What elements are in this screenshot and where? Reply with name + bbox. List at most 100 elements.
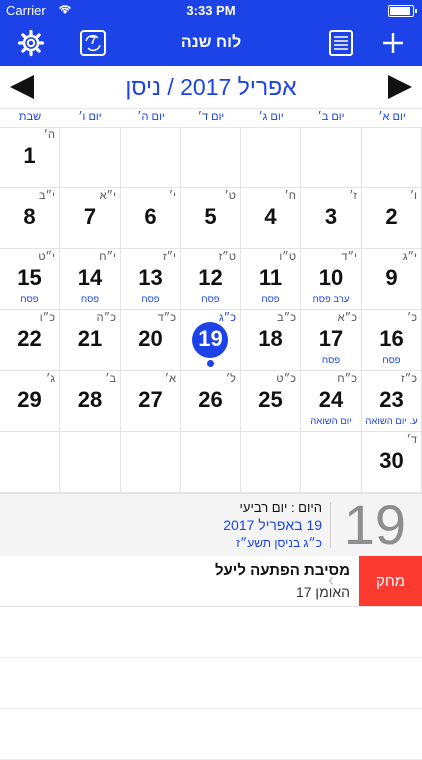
weekday-label: יום ג׳	[258, 111, 284, 123]
day-cell[interactable]: י״ג 9	[362, 249, 422, 310]
day-cell-today[interactable]: כ״ג 19	[181, 310, 241, 371]
day-cell[interactable]	[121, 432, 181, 493]
hebrew-day: ז׳	[349, 190, 357, 202]
status-time: 3:33 PM	[186, 3, 236, 18]
day-cell[interactable]	[301, 432, 362, 493]
day-cell[interactable]	[60, 127, 121, 188]
empty-list-row	[0, 658, 422, 709]
event-subtitle: האומן 17	[295, 584, 350, 600]
day-cell[interactable]: ה׳ 1	[0, 127, 60, 188]
weekday-label: יום א׳	[378, 111, 406, 123]
day-cell[interactable]: כ״א 17 פסח	[301, 310, 362, 371]
hebrew-day: י״ב	[38, 190, 55, 202]
hebrew-day: י״ז	[162, 251, 176, 263]
day-cell[interactable]: ו׳ 2	[362, 188, 422, 249]
day-cell[interactable]: ט״ו 11 פסח	[241, 249, 301, 310]
delete-button[interactable]: מחק	[359, 556, 422, 606]
day-cell[interactable]: כ״ט 25	[241, 371, 301, 432]
day-number: 3	[324, 204, 338, 229]
calendar-grid: ה׳ 1 ו׳ 2 ז׳ 3 ח׳ 4 ט׳ 5 י׳ 6 י״א 7 י״ב 8 י״ג 9 י״ד 10 ערב פ…	[0, 127, 422, 493]
day-cell[interactable]: כ׳ 16 פסח	[362, 310, 422, 371]
weekday-label: יום ו׳	[78, 111, 102, 123]
hebrew-date: כ״ג בניסן תשע״ז	[236, 536, 322, 550]
day-number: 6	[144, 204, 157, 229]
day-cell[interactable]: י״ב 8	[0, 188, 60, 249]
day-cell[interactable]: א׳ 27	[121, 371, 181, 432]
day-cell[interactable]: ט׳ 5	[181, 188, 241, 249]
next-month-arrow-icon[interactable]	[386, 74, 414, 100]
hebrew-day: כ״ז	[401, 373, 417, 385]
month-header: אפריל 2017 / ניסן	[0, 66, 422, 108]
day-cell[interactable]	[241, 127, 301, 188]
hebrew-day: כ״א	[337, 312, 357, 324]
day-cell[interactable]: כ״ה 21	[60, 310, 121, 371]
day-cell[interactable]: ל׳ 26	[181, 371, 241, 432]
holiday-label: ע. יום השואה	[365, 416, 418, 427]
day-cell[interactable]: ג׳ 29	[0, 371, 60, 432]
day-cell[interactable]: י״ט 15 פסח	[0, 249, 60, 310]
weekday-label: יום ה׳	[137, 111, 165, 123]
hebrew-day: ט״ז	[218, 251, 236, 263]
holiday-label: פסח	[382, 355, 401, 366]
day-cell[interactable]	[241, 432, 301, 493]
day-cell[interactable]: ד׳ 30	[362, 432, 422, 493]
hebrew-day: ד׳	[406, 434, 417, 446]
day-number: 10	[318, 265, 344, 290]
day-cell[interactable]: י״ח 14 פסח	[60, 249, 121, 310]
day-cell[interactable]: י״ד 10 ערב פסח	[301, 249, 362, 310]
day-cell[interactable]: י״ז 13 פסח	[121, 249, 181, 310]
day-number: 29	[17, 387, 42, 412]
hebrew-day: ב׳	[105, 373, 116, 385]
hebrew-day: ה׳	[43, 129, 55, 141]
weekday-label: שבת	[18, 111, 42, 123]
day-number: 11	[258, 265, 283, 290]
day-cell[interactable]	[60, 432, 121, 493]
day-number: 16	[379, 326, 404, 351]
holiday-label: פסח	[141, 294, 160, 305]
day-cell[interactable]: ב׳ 28	[60, 371, 121, 432]
day-cell[interactable]	[121, 127, 181, 188]
day-number: 9	[385, 265, 398, 290]
day-cell[interactable]	[0, 432, 60, 493]
hebrew-day: ל׳	[225, 373, 236, 385]
selected-day-info: 19 היום : יום רביעי 19 באפריל 2017 כ״ג ב…	[0, 493, 422, 556]
day-cell[interactable]: ח׳ 4	[241, 188, 301, 249]
hebrew-day: כ״ד	[157, 312, 176, 324]
day-number: 28	[77, 387, 103, 412]
battery-icon	[388, 5, 417, 17]
day-cell[interactable]: כ״ז 23 ע. יום השואה	[362, 371, 422, 432]
day-cell[interactable]: כ״ד 20	[121, 310, 181, 371]
day-cell[interactable]	[181, 127, 241, 188]
chevron-left-icon: ‹	[328, 570, 334, 590]
day-number: 7	[83, 204, 97, 229]
day-cell[interactable]: י׳ 6	[121, 188, 181, 249]
day-cell[interactable]: כ״ו 22	[0, 310, 60, 371]
day-cell[interactable]	[181, 432, 241, 493]
day-number: 21	[77, 326, 103, 351]
day-number: 17	[318, 326, 344, 351]
month-title: אפריל 2017 / ניסן	[125, 74, 297, 100]
day-number: 22	[17, 326, 42, 351]
hebrew-day: כ״ה	[96, 312, 116, 324]
hebrew-day: י״א	[99, 190, 116, 202]
day-cell[interactable]: כ״ח 24 יום השואה	[301, 371, 362, 432]
day-number: 27	[138, 387, 163, 412]
holiday-label: פסח	[321, 355, 341, 366]
weekday-label: יום ב׳	[317, 111, 345, 123]
event-row[interactable]: מסיבת הפתעה ליעל האומן 17 ‹ מחק	[0, 556, 422, 607]
day-number: 8	[23, 204, 36, 229]
day-cell[interactable]	[362, 127, 422, 188]
day-cell[interactable]: ז׳ 3	[301, 188, 362, 249]
holiday-label: פסח	[20, 294, 39, 305]
add-event-button[interactable]	[376, 26, 410, 60]
day-cell[interactable]	[301, 127, 362, 188]
day-cell[interactable]: י״א 7	[60, 188, 121, 249]
day-cell[interactable]: ט״ז 12 פסח	[181, 249, 241, 310]
day-number: 5	[204, 204, 217, 229]
status-bar: Carrier 3:33 PM	[0, 0, 422, 20]
day-cell[interactable]: כ״ב 18	[241, 310, 301, 371]
list-view-button[interactable]	[324, 26, 358, 60]
hebrew-day: ג׳	[46, 373, 55, 385]
hebrew-day: ט״ו	[279, 251, 296, 263]
empty-list-row	[0, 607, 422, 658]
